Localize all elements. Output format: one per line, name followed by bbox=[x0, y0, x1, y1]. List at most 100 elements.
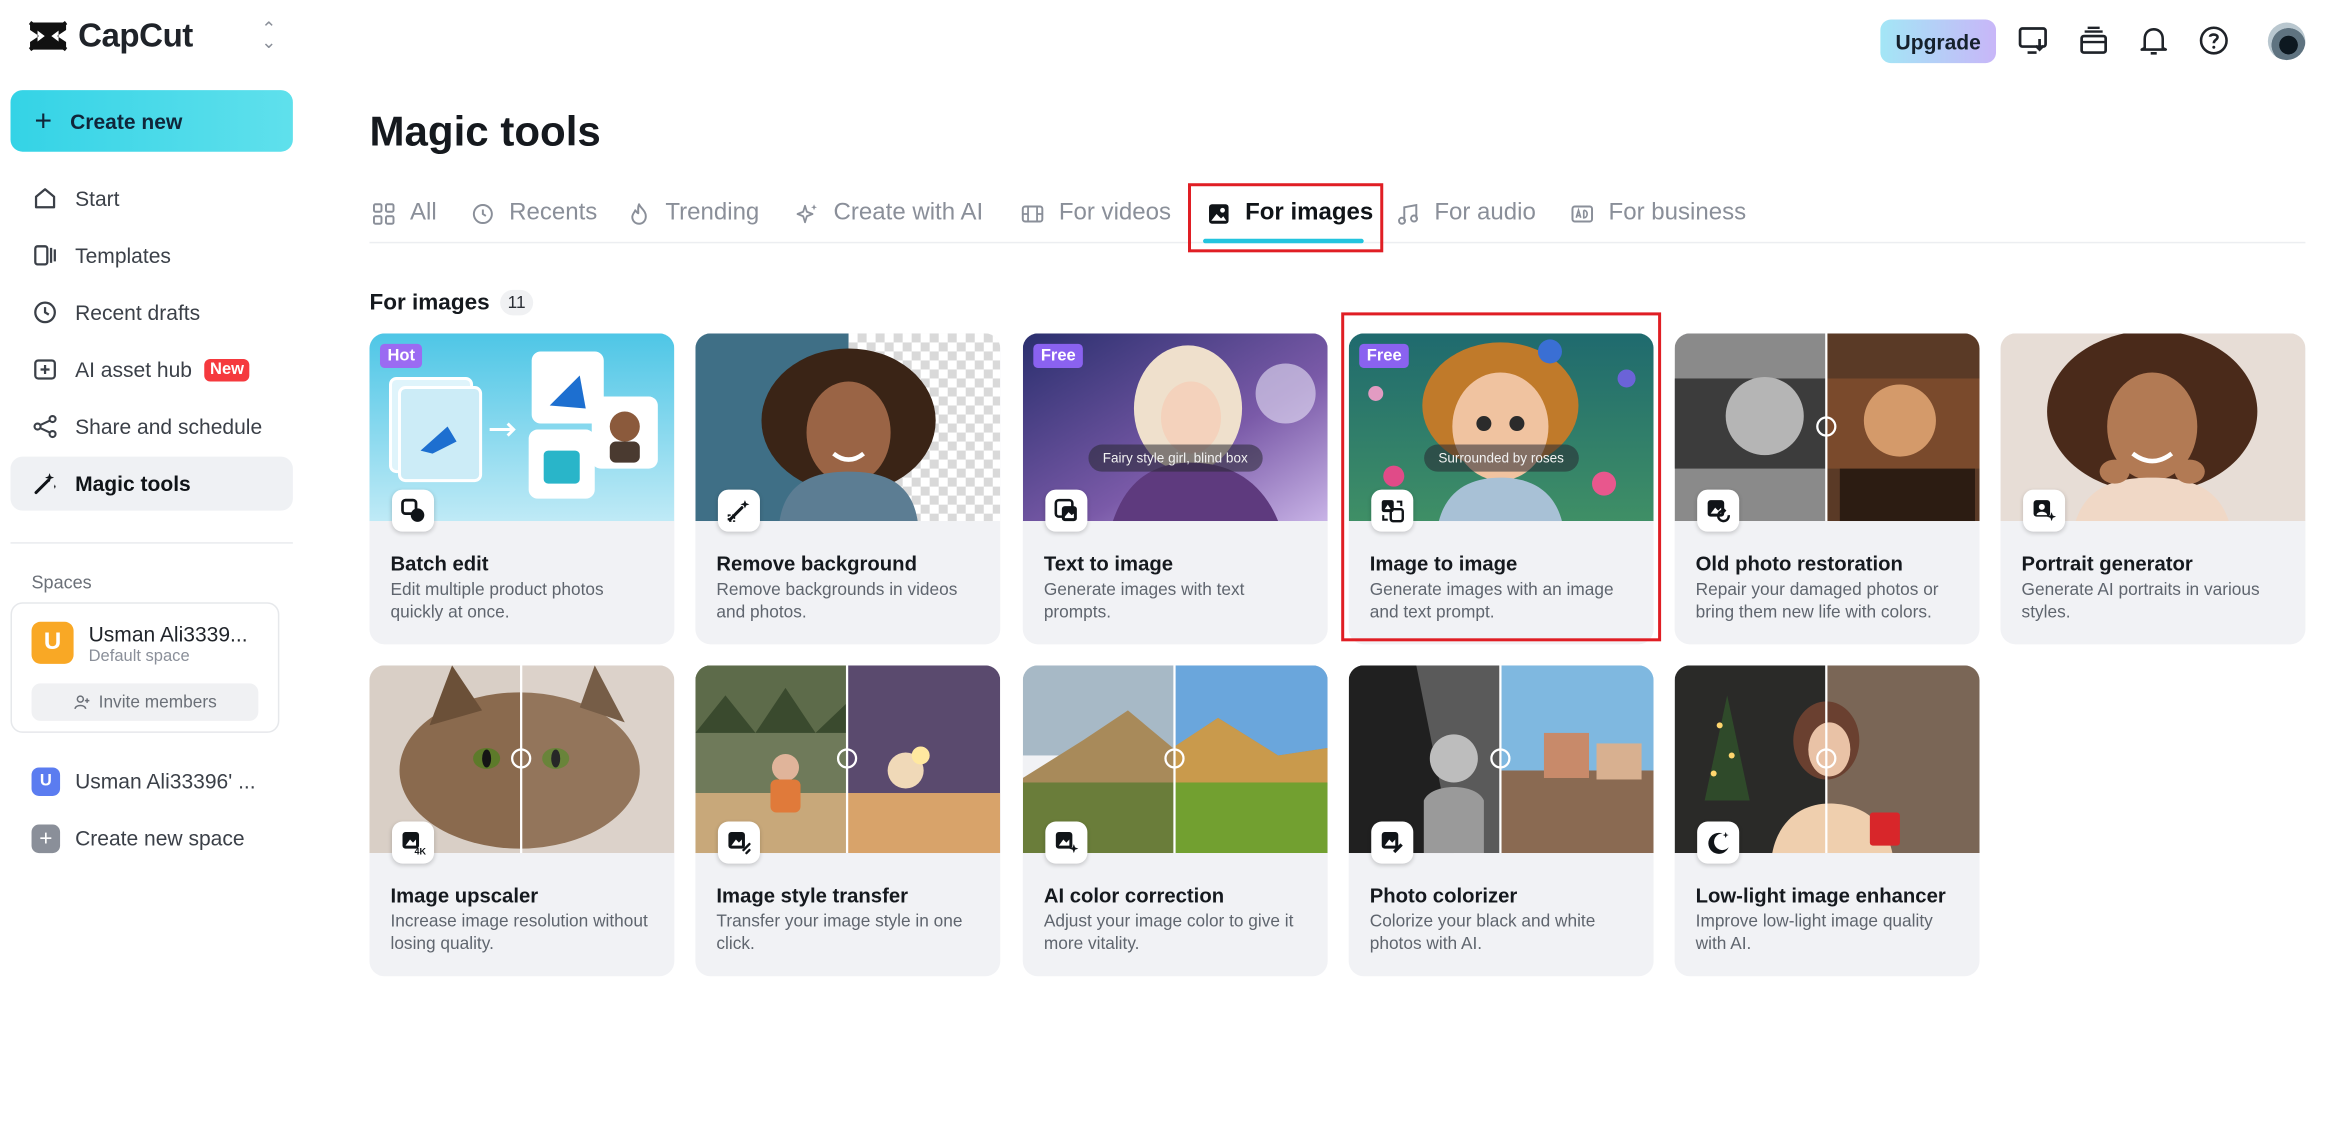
add-user-icon bbox=[73, 695, 89, 710]
tool-card-image-upscaler[interactable]: 4K Image upscaler Increase image resolut… bbox=[369, 665, 675, 977]
free-badge: Free bbox=[1033, 343, 1084, 368]
card-title: Low-light image enhancer bbox=[1695, 884, 1946, 908]
ad-icon bbox=[1571, 204, 1593, 222]
clock-icon bbox=[472, 203, 493, 224]
space-item-usman[interactable]: U Usman Ali33396' ... bbox=[31, 766, 256, 796]
sidebar-item-ai-asset-hub[interactable]: AI asset hub New bbox=[11, 342, 293, 396]
workspace-switch-icon[interactable]: ⌃ ⌄ bbox=[261, 20, 276, 52]
sidebar-item-label: AI asset hub bbox=[75, 357, 192, 382]
sparkle-icon bbox=[796, 203, 818, 223]
create-new-space-button[interactable]: + Create new space bbox=[31, 823, 245, 853]
tab-for-audio[interactable]: For audio bbox=[1397, 183, 1536, 243]
tool-card-low-light-image-enhancer[interactable]: Low-light image enhancer Improve low-lig… bbox=[1674, 665, 1980, 977]
sidebar-item-recent-drafts[interactable]: Recent drafts bbox=[11, 285, 293, 339]
card-description: Remove backgrounds in videos and photos. bbox=[716, 581, 958, 622]
tool-card-ai-color-correction[interactable]: AI color correction Adjust your image co… bbox=[1022, 665, 1328, 977]
tool-card-image-style-transfer[interactable]: Image style transfer Transfer your image… bbox=[695, 665, 1001, 977]
storage-icon[interactable] bbox=[2077, 24, 2110, 57]
photo-restore-icon bbox=[1697, 489, 1740, 532]
upscale-4k-icon: 4K bbox=[391, 821, 435, 864]
card-title: Image style transfer bbox=[716, 884, 908, 908]
tab-for-business[interactable]: For business bbox=[1571, 183, 1746, 243]
tab-for-images[interactable]: For images bbox=[1208, 183, 1374, 243]
tab-create-with-ai[interactable]: Create with AI bbox=[796, 183, 983, 243]
eraser-icon bbox=[717, 489, 760, 532]
card-description: Colorize your black and white photos wit… bbox=[1369, 913, 1596, 954]
card-description: Generate images with an image and text p… bbox=[1369, 581, 1614, 622]
tab-recents[interactable]: Recents bbox=[472, 183, 598, 243]
help-icon[interactable] bbox=[2197, 24, 2230, 57]
spaces-heading: Spaces bbox=[31, 572, 92, 594]
share-icon bbox=[33, 414, 57, 439]
templates-icon bbox=[34, 245, 56, 266]
sidebar: CapCut ⌃ ⌄ + Create new Start Templates R… bbox=[0, 0, 303, 1147]
tab-label: For images bbox=[1245, 199, 1374, 226]
home-icon bbox=[34, 188, 56, 209]
sidebar-nav: Start Templates Recent drafts AI asset h… bbox=[10, 171, 293, 513]
card-title: Batch edit bbox=[390, 552, 489, 576]
moon-sparkle-icon bbox=[1697, 821, 1740, 864]
sidebar-item-label: Recent drafts bbox=[75, 300, 201, 325]
download-desktop-icon[interactable] bbox=[2017, 24, 2050, 57]
create-new-button[interactable]: + Create new bbox=[10, 90, 293, 152]
tool-card-old-photo-restoration[interactable]: Old photo restoration Repair your damage… bbox=[1674, 333, 1980, 645]
app-logo[interactable]: CapCut ⌃ ⌄ bbox=[27, 15, 285, 57]
card-description: Increase image resolution without losing… bbox=[390, 913, 648, 954]
sidebar-item-label: Share and schedule bbox=[75, 414, 263, 439]
colorize-icon bbox=[1371, 821, 1414, 864]
tab-label: Recents bbox=[509, 199, 598, 226]
sidebar-item-start[interactable]: Start bbox=[11, 171, 293, 225]
card-title: Old photo restoration bbox=[1695, 552, 1903, 576]
tab-all[interactable]: All bbox=[372, 183, 437, 243]
style-transfer-icon bbox=[717, 821, 760, 864]
sidebar-item-templates[interactable]: Templates bbox=[11, 228, 293, 282]
card-title: Text to image bbox=[1043, 552, 1174, 576]
plus-icon: + bbox=[31, 823, 61, 853]
card-description: Transfer your image style in one click. bbox=[716, 913, 963, 954]
tool-card-photo-colorizer[interactable]: Photo colorizer Colorize your black and … bbox=[1348, 665, 1654, 977]
tool-card-text-to-image[interactable]: Fairy style girl, blind box Free Text to… bbox=[1022, 333, 1328, 645]
new-badge: New bbox=[204, 358, 250, 381]
default-space-card[interactable]: U Usman Ali3339... Default space Invite … bbox=[10, 602, 280, 733]
color-correction-icon bbox=[1045, 821, 1088, 864]
tab-label: For videos bbox=[1058, 199, 1172, 226]
space-subtitle: Default space bbox=[88, 647, 190, 666]
tool-card-image-to-image[interactable]: Surrounded by roses Free Image to image … bbox=[1348, 333, 1654, 645]
card-description: Generate images with text prompts. bbox=[1043, 581, 1245, 622]
tab-trending[interactable]: Trending bbox=[628, 183, 759, 243]
prompt-caption: Fairy style girl, blind box bbox=[1087, 444, 1263, 472]
card-description: Improve low-light image quality with AI. bbox=[1695, 913, 1933, 954]
sidebar-divider bbox=[10, 542, 293, 544]
card-title: AI color correction bbox=[1043, 884, 1225, 908]
tool-card-batch-edit[interactable]: Hot Batch edit Edit multiple product pho… bbox=[369, 333, 675, 645]
invite-members-button[interactable]: Invite members bbox=[31, 683, 259, 721]
space-name: Usman Ali33396' ... bbox=[75, 768, 256, 794]
app-name: CapCut bbox=[78, 16, 193, 55]
card-description: Adjust your image color to give it more … bbox=[1043, 913, 1294, 954]
sidebar-item-share-and-schedule[interactable]: Share and schedule bbox=[11, 400, 293, 454]
tool-card-portrait-generator[interactable]: Portrait generator Generate AI portraits… bbox=[2000, 333, 2306, 645]
space-name: Usman Ali3339... bbox=[88, 621, 248, 646]
sidebar-item-magic-tools[interactable]: Magic tools bbox=[10, 456, 293, 511]
card-title: Remove background bbox=[716, 552, 917, 576]
bell-icon[interactable] bbox=[2137, 24, 2170, 57]
sidebar-item-label: Templates bbox=[75, 243, 171, 268]
ai-asset-icon bbox=[34, 359, 56, 380]
hot-badge: Hot bbox=[379, 343, 423, 368]
clock-icon bbox=[34, 301, 56, 324]
film-icon bbox=[1021, 204, 1044, 222]
free-badge: Free bbox=[1359, 343, 1410, 368]
page-title: Magic tools bbox=[369, 108, 601, 155]
tool-card-remove-background[interactable]: Remove background Remove backgrounds in … bbox=[695, 333, 1001, 645]
tab-for-videos[interactable]: For videos bbox=[1021, 183, 1171, 243]
card-title: Photo colorizer bbox=[1369, 884, 1518, 908]
tab-label: All bbox=[410, 199, 437, 226]
card-title: Image to image bbox=[1369, 552, 1518, 576]
portrait-icon bbox=[2023, 489, 2066, 532]
card-description: Generate AI portraits in various styles. bbox=[2021, 581, 2260, 622]
music-icon bbox=[1398, 203, 1419, 225]
upgrade-button[interactable]: Upgrade bbox=[1880, 19, 1997, 64]
tab-label: For business bbox=[1608, 199, 1747, 226]
user-avatar[interactable] bbox=[2267, 22, 2306, 61]
space-avatar: U bbox=[31, 766, 61, 796]
